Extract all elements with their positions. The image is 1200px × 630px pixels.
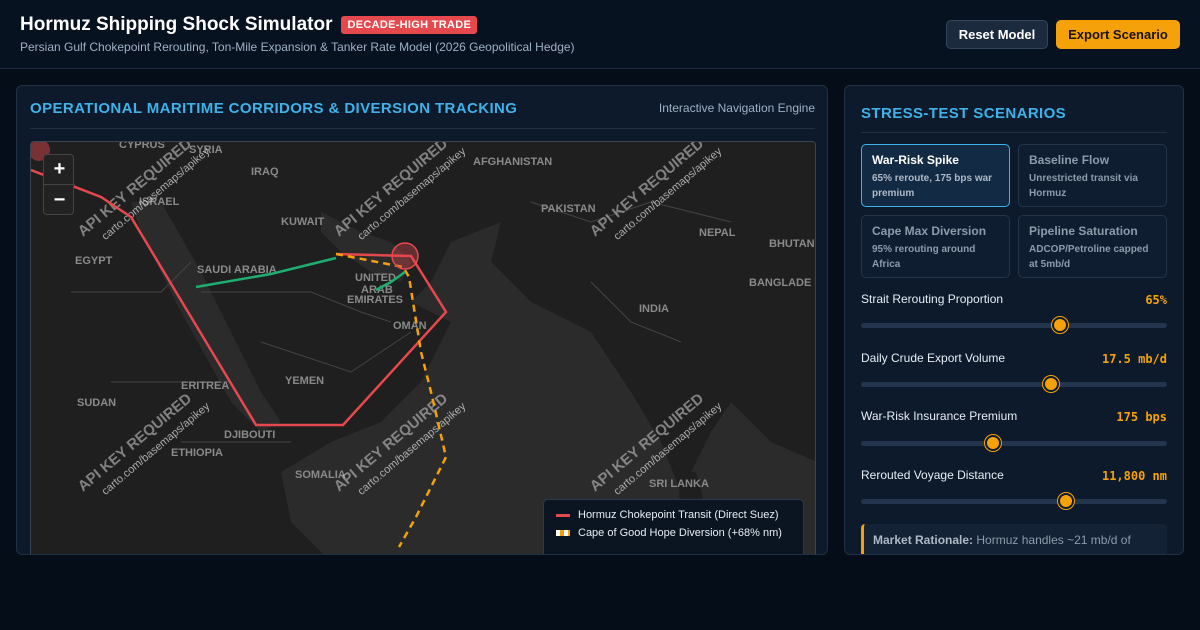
slider-label-rerouting: Strait Rerouting Proportion: [861, 292, 1004, 306]
scenario-name: Pipeline Saturation: [1029, 224, 1138, 238]
slider-thumb[interactable]: [1042, 376, 1059, 392]
slider-thumb[interactable]: [1058, 493, 1075, 509]
svg-text:BANGLADE: BANGLADE: [749, 277, 811, 289]
zoom-out-button[interactable]: −: [44, 185, 75, 215]
scenario-pipeline-saturation[interactable]: Pipeline Saturation ADCOP/Petroline capp…: [1018, 215, 1167, 278]
scenario-desc: 65% reroute, 175 bps war premium: [872, 173, 993, 199]
scenario-desc: ADCOP/Petroline capped at 5mb/d: [1029, 244, 1149, 270]
map-canvas[interactable]: CYPRUS SYRIA IRAQ AFGHANISTAN ISRAEL KUW…: [31, 142, 816, 555]
slider-value-voyage-distance: 11,800 nm: [1101, 469, 1167, 483]
svg-text:OMAN: OMAN: [393, 320, 427, 332]
svg-text:PAKISTAN: PAKISTAN: [541, 203, 596, 215]
slider-label-export-volume: Daily Crude Export Volume: [861, 351, 1006, 365]
divider: [30, 128, 815, 129]
export-scenario-button[interactable]: Export Scenario: [1056, 20, 1180, 49]
app-header: Hormuz Shipping Shock Simulator DECADE-H…: [0, 0, 1200, 69]
scenarios-panel-title: STRESS-TEST SCENARIOS: [861, 105, 1067, 122]
svg-text:ETHIOPIA: ETHIOPIA: [171, 447, 223, 459]
title-row: Hormuz Shipping Shock Simulator DECADE-H…: [20, 14, 478, 36]
scenarios-panel: STRESS-TEST SCENARIOS War-Risk Spike 65%…: [844, 85, 1184, 555]
legend-item-cape: Cape of Good Hope Diversion (+68% nm): [556, 527, 791, 539]
slider-thumb[interactable]: [984, 435, 1001, 451]
map-legend: Hormuz Chokepoint Transit (Direct Suez) …: [543, 499, 804, 554]
map-panel-subtitle: Interactive Navigation Engine: [658, 101, 815, 115]
zoom-control: + −: [43, 154, 75, 215]
svg-text:DJIBOUTI: DJIBOUTI: [224, 429, 275, 441]
svg-text:BHUTAN: BHUTAN: [769, 238, 815, 250]
scenario-baseline-flow[interactable]: Baseline Flow Unrestricted transit via H…: [1018, 144, 1167, 207]
slider-value-export-volume: 17.5 mb/d: [1101, 352, 1167, 366]
app-title: Hormuz Shipping Shock Simulator: [20, 14, 333, 35]
svg-text:EGYPT: EGYPT: [75, 255, 113, 267]
svg-text:IRAQ: IRAQ: [251, 166, 279, 178]
map-panel: OPERATIONAL MARITIME CORRIDORS & DIVERSI…: [16, 85, 828, 555]
legend-label-suez: Hormuz Chokepoint Transit (Direct Suez): [578, 509, 779, 521]
slider-label-insurance: War-Risk Insurance Premium: [861, 409, 1018, 423]
svg-text:YEMEN: YEMEN: [285, 375, 324, 387]
slider-value-rerouting: 65%: [1145, 293, 1167, 307]
slider-thumb[interactable]: [1051, 317, 1068, 333]
legend-swatch-suez: [556, 513, 570, 517]
insurance-premium-slider[interactable]: [861, 435, 1167, 451]
svg-text:INDIA: INDIA: [639, 303, 669, 315]
corridor-map[interactable]: CYPRUS SYRIA IRAQ AFGHANISTAN ISRAEL KUW…: [30, 141, 816, 555]
hormuz-chokepoint-marker: [391, 242, 419, 270]
scenario-cape-max-diversion[interactable]: Cape Max Diversion 95% rerouting around …: [861, 215, 1010, 278]
voyage-distance-slider[interactable]: [861, 493, 1167, 509]
svg-text:CYPRUS: CYPRUS: [119, 142, 165, 151]
scenario-desc: Unrestricted transit via Hormuz: [1029, 173, 1138, 199]
svg-text:NEPAL: NEPAL: [699, 227, 736, 239]
scenario-name: War-Risk Spike: [872, 153, 959, 167]
map-panel-title: OPERATIONAL MARITIME CORRIDORS & DIVERSI…: [30, 100, 518, 117]
rerouting-slider[interactable]: [861, 317, 1167, 333]
svg-text:EMIRATES: EMIRATES: [347, 294, 403, 306]
scenario-desc: 95% rerouting around Africa: [872, 244, 976, 270]
app-subtitle: Persian Gulf Chokepoint Rerouting, Ton-M…: [20, 40, 575, 54]
zoom-in-button[interactable]: +: [44, 155, 75, 185]
svg-text:SUDAN: SUDAN: [77, 397, 116, 409]
reset-model-button[interactable]: Reset Model: [946, 20, 1048, 49]
svg-text:KUWAIT: KUWAIT: [281, 216, 325, 228]
rationale-label: Market Rationale:: [873, 533, 974, 547]
export-volume-slider[interactable]: [861, 376, 1167, 392]
rationale-text: Hormuz handles ~21 mb/d of: [976, 533, 1131, 547]
slider-value-insurance: 175 bps: [1116, 410, 1167, 424]
svg-text:ERITREA: ERITREA: [181, 380, 229, 392]
divider: [861, 132, 1167, 133]
svg-text:AFGHANISTAN: AFGHANISTAN: [473, 156, 552, 168]
scenario-name: Cape Max Diversion: [872, 224, 987, 238]
trade-badge: DECADE-HIGH TRADE: [341, 16, 478, 34]
svg-text:SRI LANKA: SRI LANKA: [649, 478, 709, 490]
scenario-name: Baseline Flow: [1029, 153, 1110, 167]
legend-label-cape: Cape of Good Hope Diversion (+68% nm): [578, 527, 782, 539]
slider-label-voyage-distance: Rerouted Voyage Distance: [861, 468, 1004, 482]
legend-swatch-cape: [556, 530, 570, 536]
market-rationale: Market Rationale: Hormuz handles ~21 mb/…: [861, 524, 1167, 554]
scenario-war-risk-spike[interactable]: War-Risk Spike 65% reroute, 175 bps war …: [861, 144, 1010, 207]
legend-item-suez: Hormuz Chokepoint Transit (Direct Suez): [556, 509, 791, 521]
